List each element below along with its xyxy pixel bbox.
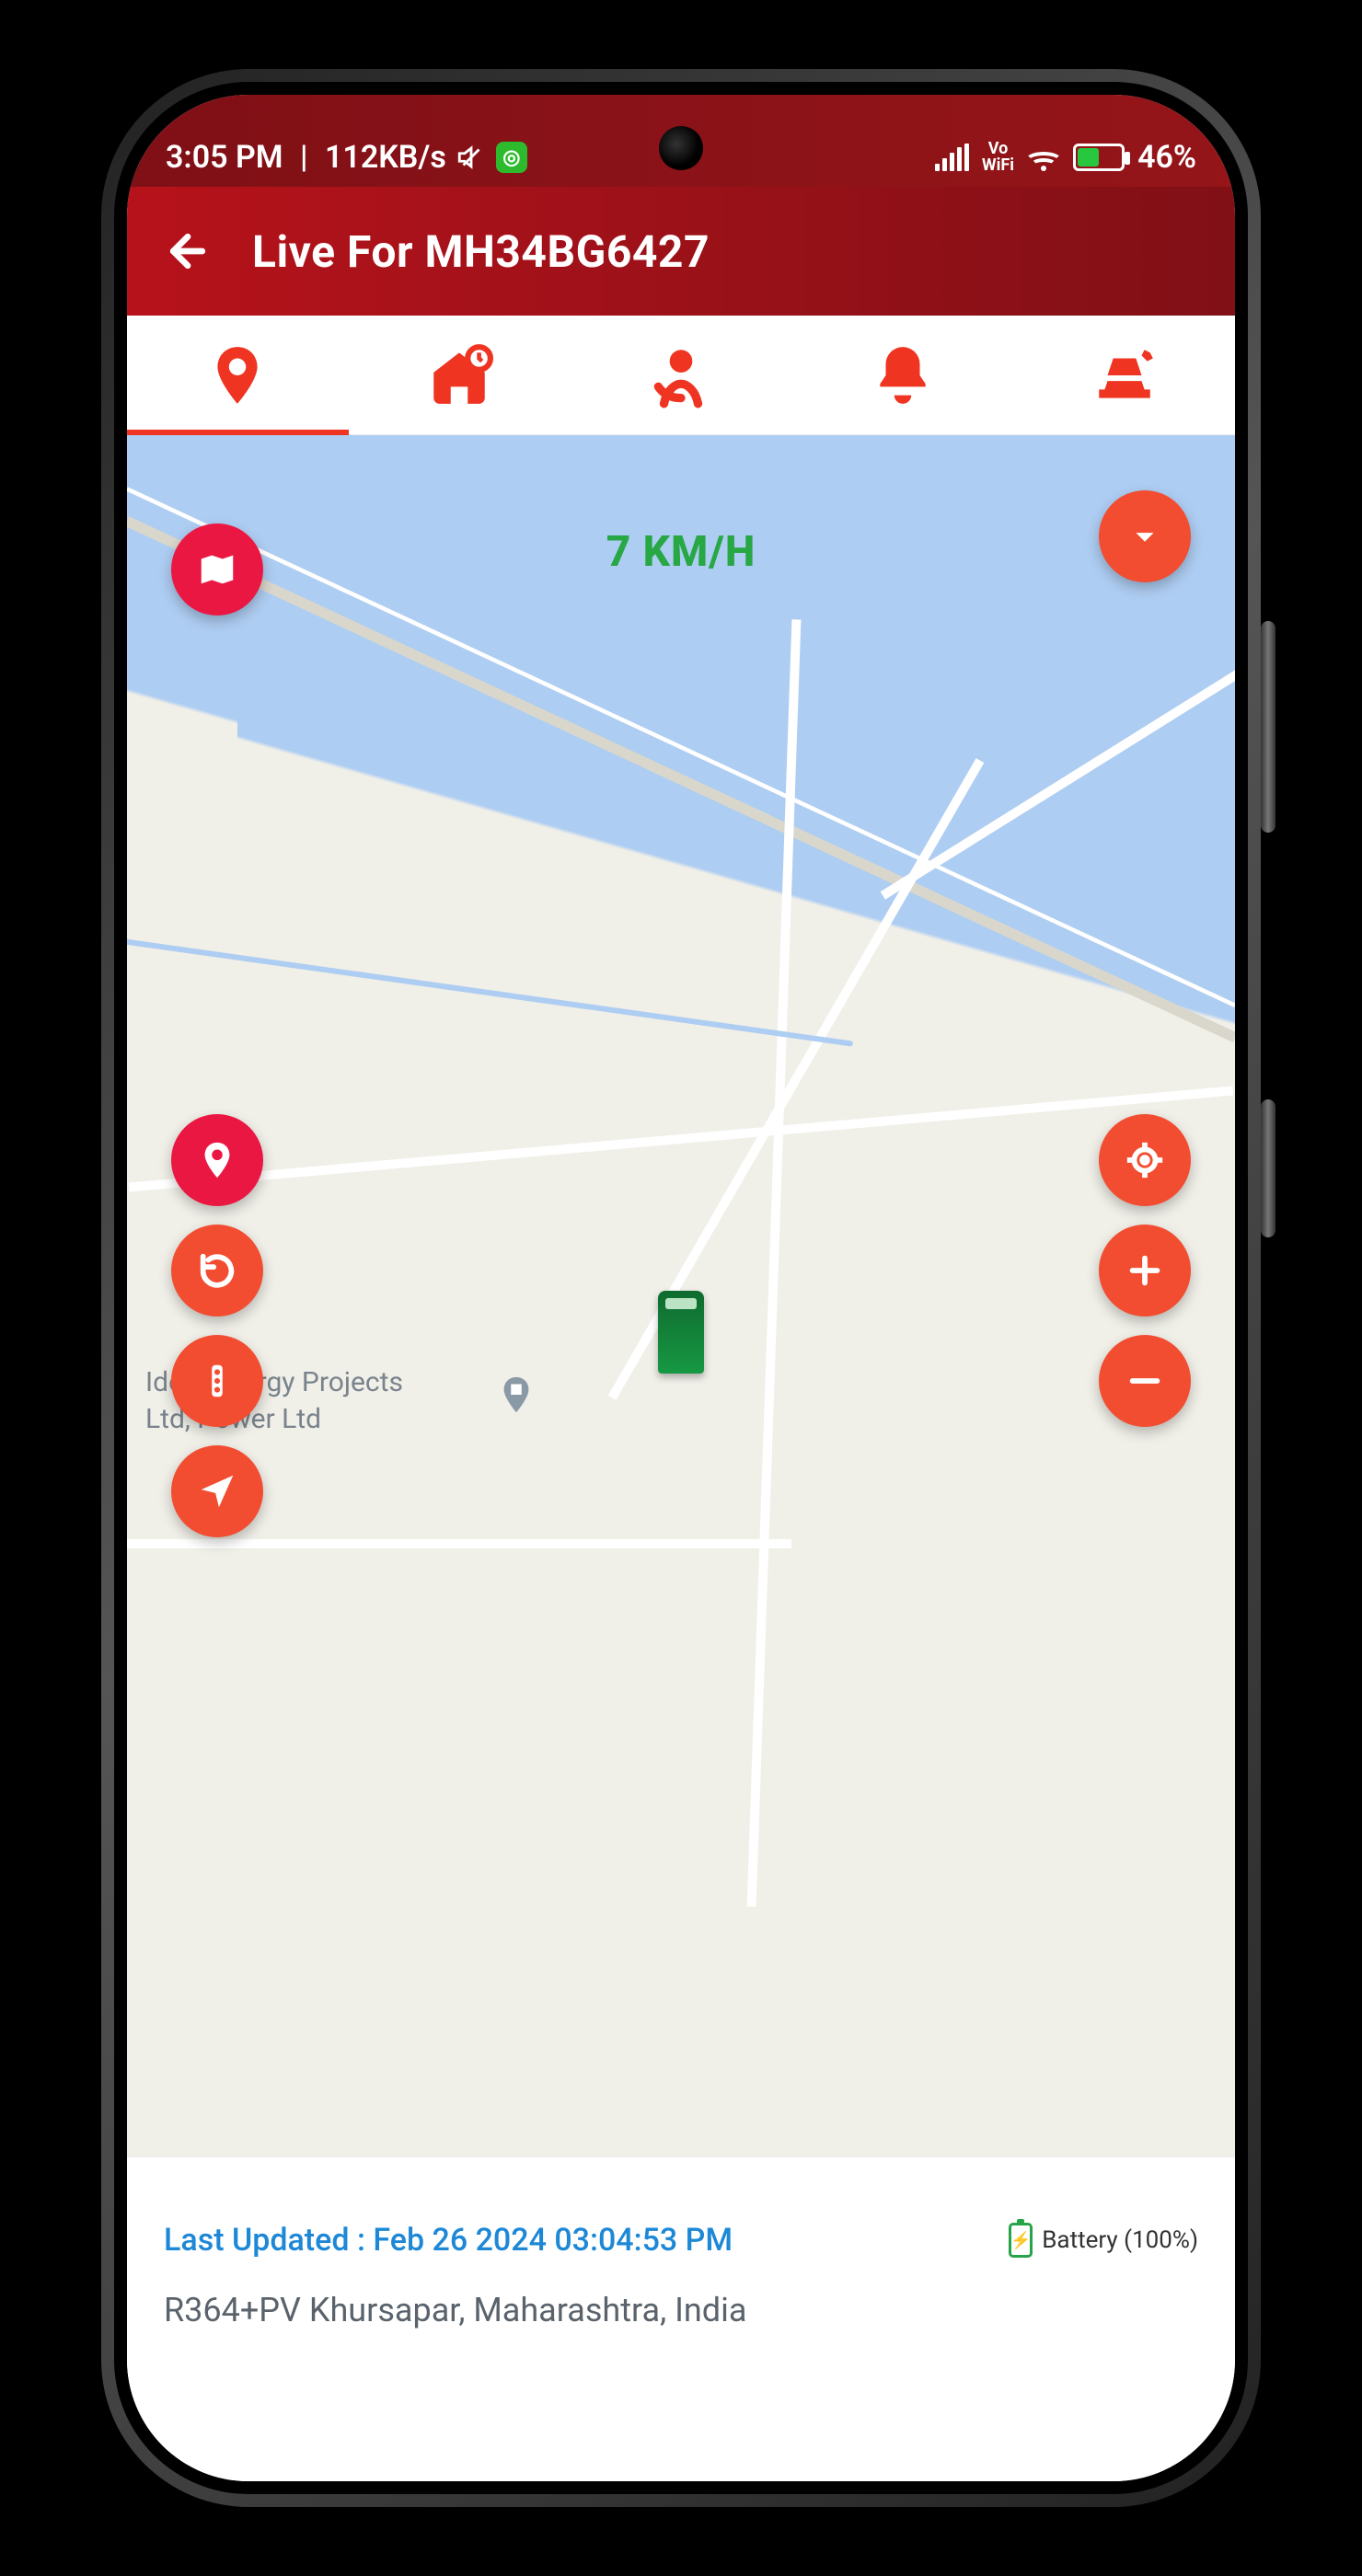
wifi-icon (1027, 144, 1060, 171)
tab-service[interactable] (1013, 316, 1235, 434)
drop-pin-button[interactable] (171, 1114, 263, 1206)
map-type-button[interactable] (171, 523, 263, 615)
traffic-button[interactable] (171, 1335, 263, 1427)
status-separator: | (293, 139, 316, 176)
last-updated-label: Last Updated : Feb 26 2024 03:04:53 PM (164, 2222, 733, 2259)
navigate-button[interactable] (171, 1445, 263, 1537)
vehicle-marker[interactable] (658, 1291, 704, 1374)
map-options-dropdown[interactable] (1099, 490, 1191, 582)
signal-icon (935, 144, 969, 171)
page-title: Live For MH34BG6427 (252, 225, 710, 278)
tab-trips[interactable] (349, 316, 571, 434)
device-battery-text: Battery (100%) (1042, 2226, 1198, 2254)
front-camera (659, 126, 703, 170)
vowifi-icon: VoWiFi (982, 141, 1014, 174)
tab-strip (127, 316, 1235, 435)
battery-small-icon (1009, 2223, 1033, 2258)
tab-alerts[interactable] (791, 316, 1013, 434)
status-net-speed: 112KB/s (325, 139, 446, 176)
volume-button (1261, 621, 1275, 833)
zoom-in-button[interactable] (1099, 1225, 1191, 1317)
tab-tracking[interactable] (571, 316, 792, 434)
map-road (127, 1539, 791, 1548)
speed-indicator: 7 KM/H (606, 527, 756, 577)
phone-frame: 3:05 PM | 112KB/s ◎ VoWiFi (101, 69, 1261, 2507)
power-button (1261, 1099, 1275, 1237)
map-canvas[interactable]: 7 KM/H Ideal Energy Projects Ltd, Power … (127, 435, 1235, 2156)
poi-pin-icon[interactable] (495, 1374, 537, 1416)
app-header: Live For MH34BG6427 (127, 187, 1235, 316)
battery-icon (1073, 144, 1125, 171)
screen: 3:05 PM | 112KB/s ◎ VoWiFi (127, 95, 1235, 2481)
app-badge-icon: ◎ (496, 142, 527, 173)
back-button[interactable] (160, 224, 215, 279)
mute-icon (456, 142, 487, 173)
info-panel: Last Updated : Feb 26 2024 03:04:53 PM B… (127, 2156, 1235, 2481)
status-battery-percent: 46% (1137, 139, 1196, 176)
zoom-out-button[interactable] (1099, 1335, 1191, 1427)
tab-live-location[interactable] (127, 316, 349, 434)
device-battery-info: Battery (100%) (1009, 2223, 1198, 2258)
status-time: 3:05 PM (166, 139, 283, 176)
recenter-button[interactable] (1099, 1114, 1191, 1206)
address-text: R364+PV Khursapar, Maharashtra, India (164, 2286, 888, 2334)
refresh-button[interactable] (171, 1225, 263, 1317)
